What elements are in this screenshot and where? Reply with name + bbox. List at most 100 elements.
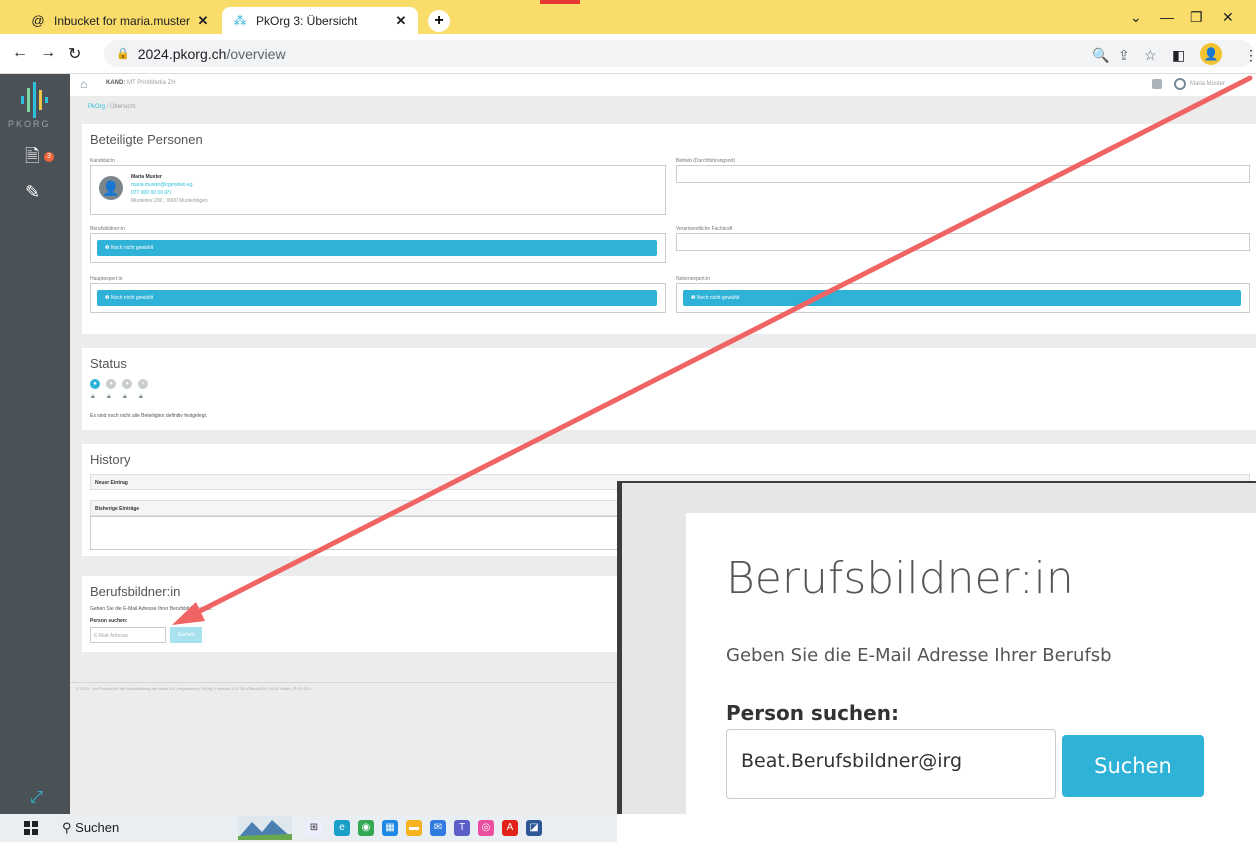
zoom-icon[interactable]: 🔍: [1092, 47, 1109, 64]
new-tab-button[interactable]: +: [428, 10, 450, 32]
reload-icon[interactable]: ↻: [68, 44, 81, 64]
hauptexpert-not-selected[interactable]: ❶ Noch nicht gewählt: [97, 290, 657, 306]
tab-title: Inbucket for maria.muster: [54, 13, 191, 28]
windows-taskbar: ⚲ Suchen ⊞ e ◉ ▦ ▬ ✉ T ◎ A ◪: [0, 814, 617, 842]
chrome-icon[interactable]: ◉: [358, 820, 374, 836]
share-icon[interactable]: ⇪: [1118, 47, 1130, 64]
breadcrumb: PkOrg / Übersicht: [88, 104, 135, 110]
zoom-card: Berufsbildner:in Geben Sie die E-Mail Ad…: [686, 513, 1256, 842]
footer-text: © 2023 - ein Produkt für die Berufsbildu…: [76, 686, 312, 691]
zoom-instructions: Geben Sie die E-Mail Adresse Ihrer Beruf…: [726, 645, 1112, 666]
close-tab-icon[interactable]: ✕: [196, 13, 210, 29]
user-icon[interactable]: [1174, 78, 1186, 90]
fachkraft-label: Verantwortliche Fachkraft: [676, 226, 733, 232]
hauptexpert-label: Hauptexpert:in: [90, 276, 123, 282]
lock-icon: 🔒︎: [91, 393, 95, 400]
address-bar[interactable]: 🔒 2024.pkorg.ch /overview: [104, 40, 1254, 67]
bookmark-star-icon[interactable]: ☆: [1144, 47, 1157, 64]
app-sidebar: PKORG 🗎 3 ✎ ⤢: [0, 74, 70, 814]
search-button[interactable]: Suchen: [170, 627, 202, 643]
edit-icon[interactable]: ✎: [25, 182, 40, 203]
kandidat-address: Musterlex 200 , 0000 Musterlingen: [131, 198, 208, 204]
home-icon[interactable]: ⌂: [80, 77, 87, 91]
task-view-icon[interactable]: ⊞: [306, 820, 322, 836]
zoom-title: Berufsbildner:in: [726, 553, 1074, 604]
breadcrumb-sep: /: [106, 104, 109, 110]
side-panel-icon[interactable]: ◧: [1172, 47, 1185, 64]
status-card: Status ● ● ● × 🔒︎ 🔒︎ 🔒︎ 🔒︎ Es sind noch …: [82, 348, 1256, 430]
edge-icon[interactable]: e: [334, 820, 350, 836]
nebenexpert-box: ❶ Noch nicht gewählt: [676, 283, 1250, 313]
hauptexpert-box: ❶ Noch nicht gewählt: [90, 283, 666, 313]
mail-icon[interactable]: ✉: [430, 820, 446, 836]
berufsbildner-not-selected[interactable]: ❶ Noch nicht gewählt: [97, 240, 657, 256]
kand-label: KAND:: [106, 80, 126, 86]
kandidat-header: KAND: MT PrintMedia ZH: [106, 80, 176, 86]
windows-start-icon[interactable]: [24, 821, 38, 835]
creative-cloud-icon[interactable]: ◎: [478, 820, 494, 836]
explorer-icon[interactable]: ▬: [406, 820, 422, 836]
notification-badge: 3: [44, 152, 54, 162]
tab-accent-strip: [540, 0, 580, 4]
acrobat-icon[interactable]: A: [502, 820, 518, 836]
browser-tab-bar: @ Inbucket for maria.muster ✕ ⁂ PkOrg 3:…: [0, 0, 1256, 34]
back-icon[interactable]: ←: [12, 44, 28, 62]
expand-icon[interactable]: ⤢: [30, 789, 43, 807]
tab-inbucket[interactable]: @ Inbucket for maria.muster ✕: [20, 7, 220, 34]
minimize-icon[interactable]: —: [1160, 9, 1174, 25]
status-step-3-icon: ●: [122, 379, 132, 389]
kandidat-email[interactable]: maria.muster@irgendwo.eg: [131, 182, 193, 188]
pkorg-icon: ⁂: [233, 12, 247, 28]
close-window-icon[interactable]: ✕: [1222, 9, 1234, 26]
status-step-2-icon: ●: [106, 379, 116, 389]
breadcrumb-root[interactable]: PkOrg: [88, 104, 105, 110]
nebenexpert-not-selected[interactable]: ❶ Noch nicht gewählt: [683, 290, 1241, 306]
app-header: ⌂ KAND: MT PrintMedia ZH Maria Muster: [70, 74, 1256, 96]
status-title: Status: [90, 356, 127, 371]
email-search-input[interactable]: E-Mail-Adresse: [90, 627, 166, 643]
store-icon[interactable]: ▦: [382, 820, 398, 836]
berufsbildner-box: ❶ Noch nicht gewählt: [90, 233, 666, 263]
zoom-search-button[interactable]: Suchen: [1062, 735, 1204, 797]
taskbar-search-label: Suchen: [75, 820, 120, 835]
betrieb-label: Betrieb (Durchführungsort): [676, 158, 736, 164]
kandidat-label: Kandidat:in: [90, 158, 116, 164]
teams-icon[interactable]: T: [454, 820, 470, 836]
status-text: Es sind noch nicht alle Beteiligten defi…: [90, 413, 208, 419]
calendar-icon[interactable]: [1152, 79, 1162, 89]
menu-dots-icon[interactable]: ⋮: [1244, 47, 1256, 64]
nebenexpert-label: Nebenexpert:in: [676, 276, 710, 282]
tab-search-icon[interactable]: ⌄: [1130, 9, 1142, 26]
app-icon[interactable]: ◪: [526, 820, 542, 836]
lock-icon: 🔒︎: [123, 393, 127, 400]
lock-icon: 🔒︎: [107, 393, 111, 400]
zoom-email-input[interactable]: Beat.Berufsbildner@irg: [726, 729, 1056, 799]
berufsbildner-label: Berufsbildner:in: [90, 226, 125, 232]
pkorg-logo: [21, 82, 48, 118]
lock-icon: 🔒︎: [139, 393, 143, 400]
restore-icon[interactable]: ❐: [1190, 9, 1203, 26]
forward-icon[interactable]: →: [40, 44, 56, 62]
status-step-4-icon: ×: [138, 379, 148, 389]
fachkraft-box: [676, 233, 1250, 251]
history-title: History: [90, 452, 131, 467]
tab-title: PkOrg 3: Übersicht: [256, 13, 358, 28]
berufsbildner-instructions: Geben Sie die E-Mail Adresse Ihrer Beruf…: [90, 606, 213, 612]
berufsbildner-title: Berufsbildner:in: [90, 584, 181, 599]
user-name[interactable]: Maria Muster: [1190, 81, 1225, 87]
tab-pkorg[interactable]: ⁂ PkOrg 3: Übersicht ✕: [222, 7, 418, 34]
beteiligte-title: Beteiligte Personen: [90, 132, 203, 147]
kandidat-phone[interactable]: 077 000 00 00 (P): [131, 190, 171, 196]
landscape-widget-icon[interactable]: [238, 816, 292, 840]
beteiligte-card: Beteiligte Personen Kandidat:in 👤 Maria …: [82, 124, 1256, 334]
status-step-1-icon: ●: [90, 379, 100, 389]
document-icon[interactable]: 🗎: [25, 144, 39, 174]
taskbar-search[interactable]: ⚲ Suchen: [62, 820, 119, 836]
lock-icon: 🔒: [116, 48, 130, 60]
profile-avatar-icon[interactable]: 👤: [1200, 43, 1222, 65]
kandidat-name: Maria Muster: [131, 174, 162, 180]
close-tab-icon[interactable]: ✕: [394, 13, 408, 29]
kandidat-box: 👤 Maria Muster maria.muster@irgendwo.eg …: [90, 165, 666, 215]
breadcrumb-current: Übersicht: [110, 104, 136, 110]
search-icon: ⚲: [62, 820, 72, 835]
